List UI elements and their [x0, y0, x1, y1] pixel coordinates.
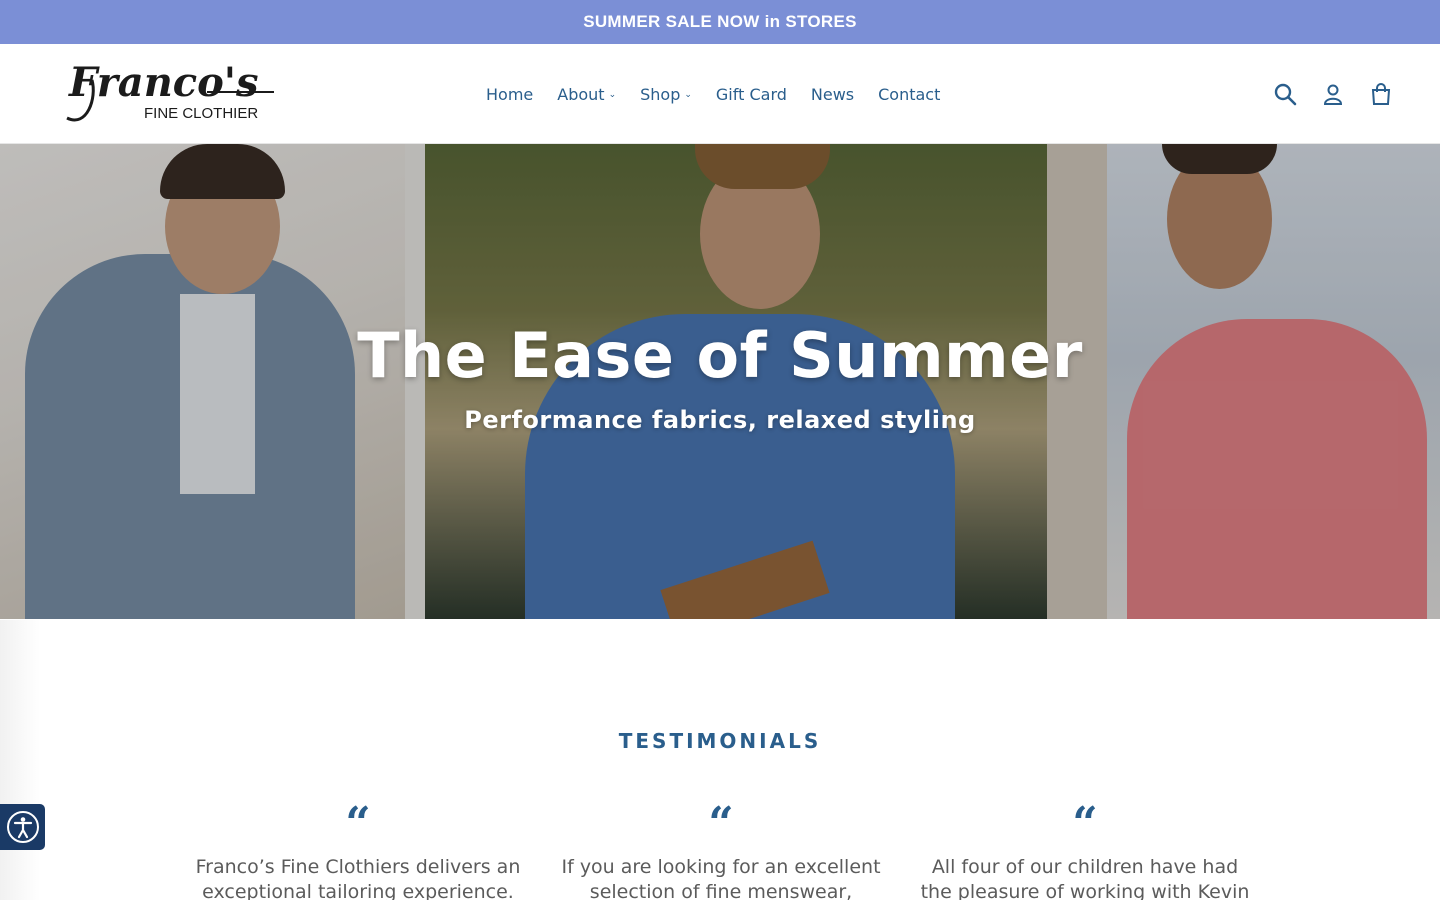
- nav-about-label: About: [557, 84, 605, 104]
- quote-icon: “: [345, 798, 371, 849]
- chevron-down-icon: ⌄: [608, 90, 617, 100]
- brand-logo-mark: Franco's FINE CLOTHIER: [66, 59, 274, 122]
- nav-gift-card-label: Gift Card: [715, 84, 787, 104]
- testimonials-section: TESTIMONIALS “ Franco’s Fine Clothiers d…: [0, 619, 1440, 900]
- testimonial-card: “ All four of our children have had the …: [915, 798, 1255, 900]
- search-button[interactable]: [1272, 81, 1298, 107]
- main-nav: Home About ⌄ Shop ⌄ Gift Card News Conta…: [486, 44, 940, 144]
- announcement-bar: SUMMER SALE NOW in STORES: [0, 0, 1440, 44]
- hero-title: The Ease of Summer: [357, 319, 1083, 392]
- nav-about[interactable]: About ⌄: [557, 85, 616, 104]
- hero-banner[interactable]: The Ease of Summer Performance fabrics, …: [0, 144, 1440, 619]
- testimonial-text: Franco’s Fine Clothiers delivers an exce…: [195, 856, 521, 900]
- nav-home[interactable]: Home: [486, 85, 533, 104]
- testimonial-text: All four of our children have had the pl…: [920, 856, 1250, 900]
- cart-icon: [1371, 83, 1391, 105]
- chevron-down-icon: ⌄: [684, 90, 692, 100]
- nav-contact[interactable]: Contact: [878, 85, 940, 104]
- nav-news[interactable]: News: [811, 85, 854, 104]
- user-icon: [1323, 84, 1343, 105]
- nav-gift-card[interactable]: Gift Card: [716, 85, 787, 104]
- svg-text:FINE CLOTHIER: FINE CLOTHIER: [144, 105, 258, 122]
- brand-logo[interactable]: Franco's FINE CLOTHIER: [57, 58, 277, 128]
- accessibility-icon: [6, 811, 39, 843]
- testimonial-card: “ If you are looking for an excellent se…: [551, 798, 891, 900]
- svg-text:Franco's: Franco's: [68, 59, 259, 106]
- hero-subtitle: Performance fabrics, relaxed styling: [464, 406, 976, 434]
- nav-shop[interactable]: Shop ⌄: [640, 85, 692, 104]
- search-icon: [1274, 83, 1297, 106]
- header-actions: [1272, 44, 1394, 144]
- testimonial-card: “ Franco’s Fine Clothiers delivers an ex…: [188, 798, 528, 900]
- quote-icon: “: [1072, 798, 1098, 849]
- testimonials-heading: TESTIMONIALS: [618, 729, 822, 753]
- announcement-text: SUMMER SALE NOW in STORES: [583, 12, 857, 31]
- testimonial-text: If you are looking for an excellent sele…: [561, 856, 881, 900]
- nav-contact-label: Contact: [878, 84, 941, 104]
- quote-icon: “: [708, 798, 734, 849]
- account-button[interactable]: [1320, 81, 1346, 107]
- accessibility-button[interactable]: [0, 804, 45, 850]
- nav-shop-label: Shop: [640, 84, 681, 104]
- cart-button[interactable]: [1368, 81, 1394, 107]
- nav-home-label: Home: [486, 84, 534, 104]
- site-header: Franco's FINE CLOTHIER Home About ⌄ Shop…: [0, 44, 1440, 144]
- nav-news-label: News: [810, 84, 855, 104]
- edge-shadow: [0, 620, 40, 900]
